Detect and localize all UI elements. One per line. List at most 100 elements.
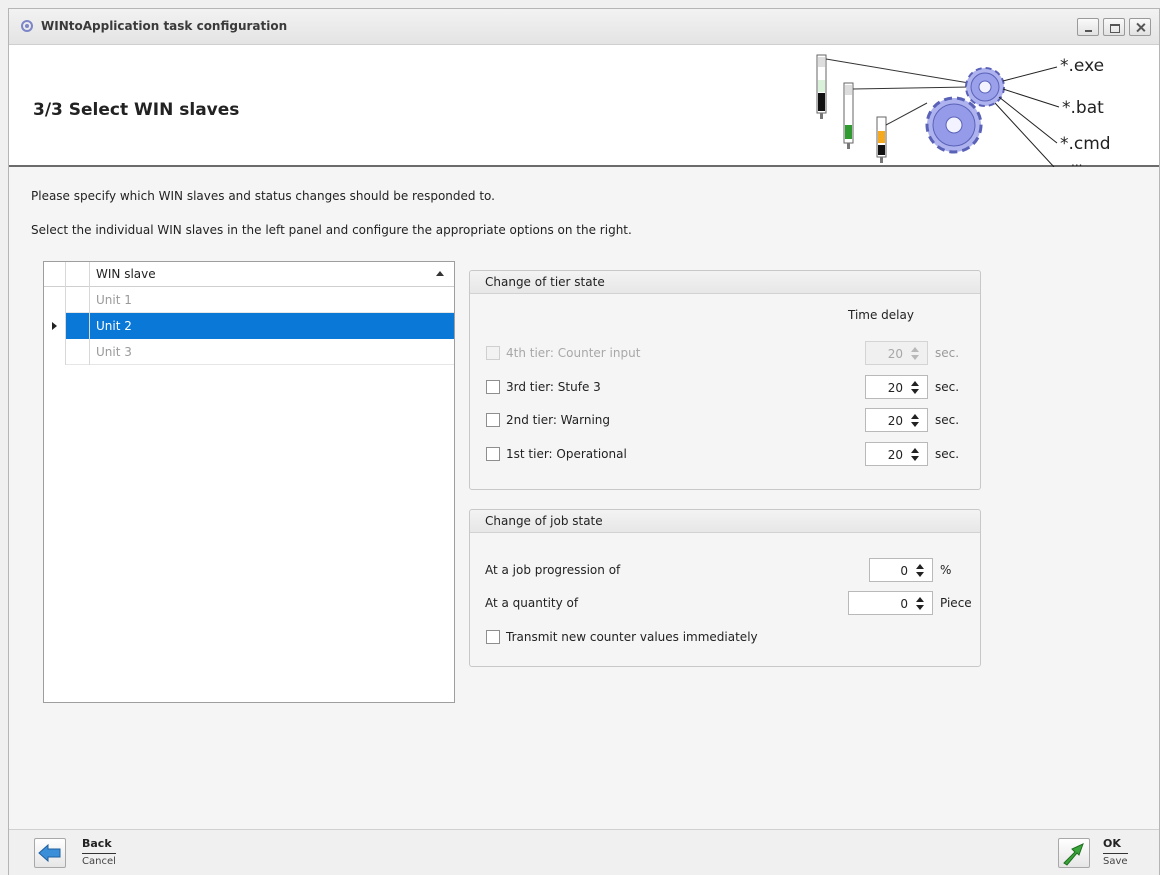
- ok-button[interactable]: [1058, 838, 1090, 868]
- spin-down-icon[interactable]: [911, 389, 919, 394]
- window-controls: [1077, 18, 1151, 36]
- spin-down-icon[interactable]: [916, 572, 924, 577]
- tier1-delay-spinner[interactable]: 20: [865, 442, 928, 466]
- tier2-checkbox[interactable]: [486, 413, 500, 427]
- signal-tower-icon: [843, 82, 854, 149]
- row-indicator-cell: [44, 339, 66, 365]
- gear-app-icon: [21, 20, 33, 32]
- wizard-body: Please specify which WIN slaves and stat…: [9, 169, 1159, 829]
- spinner-value: 0: [900, 564, 908, 578]
- group-title: Change of job state: [470, 510, 980, 533]
- header-indicator-cell: [44, 262, 66, 287]
- close-button[interactable]: [1129, 18, 1151, 36]
- transmit-checkbox[interactable]: [486, 630, 500, 644]
- spin-up-icon[interactable]: [911, 414, 919, 419]
- window-title: WINtoApplication task configuration: [41, 19, 288, 33]
- tier1-label: 1st tier: Operational: [506, 447, 627, 461]
- tier3-delay-spinner[interactable]: 20: [865, 375, 928, 399]
- header-check-cell: [66, 262, 90, 287]
- back-text[interactable]: Back Cancel: [82, 837, 116, 867]
- ok-text[interactable]: OK Save: [1103, 837, 1128, 867]
- sort-ascending-icon[interactable]: [436, 271, 444, 276]
- instruction-text: Select the individual WIN slaves in the …: [31, 223, 632, 237]
- row-label: Unit 3: [96, 345, 132, 359]
- row-indicator-cell: [44, 313, 66, 339]
- job-state-group: Change of job state At a job progression…: [469, 509, 981, 667]
- more-label: ...: [1071, 155, 1082, 167]
- exe-label: *.exe: [1060, 56, 1104, 76]
- win-slave-grid[interactable]: WIN slave Unit 1 Unit 2 Unit 3: [43, 261, 455, 703]
- gear-icon: [925, 96, 983, 154]
- column-header-win-slave[interactable]: WIN slave: [96, 267, 156, 281]
- piece-unit-label: Piece: [940, 596, 972, 610]
- wizard-footer: Back Cancel OK Save: [9, 829, 1159, 875]
- spinner-value: 0: [900, 597, 908, 611]
- ok-arrow-icon: [1063, 843, 1084, 866]
- unit-label: sec.: [935, 413, 960, 427]
- transmit-label: Transmit new counter values immediately: [506, 630, 758, 644]
- unit-label: sec.: [935, 447, 960, 461]
- cancel-label: Cancel: [82, 853, 116, 867]
- row-check-cell: [66, 313, 90, 339]
- minimize-button[interactable]: [1077, 18, 1099, 36]
- maximize-button[interactable]: [1103, 18, 1125, 36]
- back-arrow-icon: [38, 843, 61, 863]
- tier3-checkbox[interactable]: [486, 380, 500, 394]
- percent-unit-label: %: [940, 563, 952, 577]
- spin-up-icon[interactable]: [916, 564, 924, 569]
- group-title: Change of tier state: [470, 271, 980, 294]
- bat-label: *.bat: [1062, 98, 1104, 118]
- job-progression-spinner[interactable]: 0: [869, 558, 933, 582]
- unit-label: sec.: [935, 346, 960, 360]
- cmd-label: *.cmd: [1060, 134, 1111, 154]
- current-row-arrow-icon: [52, 322, 57, 330]
- banner-illustration: *.exe *.bat *.cmd ...: [816, 54, 1111, 167]
- tier2-label: 2nd tier: Warning: [506, 413, 611, 427]
- spinner-value: 20: [887, 347, 903, 361]
- back-label: Back: [82, 837, 112, 850]
- spinner-value: 20: [887, 381, 903, 395]
- row-indicator-cell: [44, 287, 66, 313]
- back-button[interactable]: [34, 838, 66, 868]
- quantity-label: At a quantity of: [485, 596, 579, 610]
- configuration-window: WINtoApplication task configuration 3/3 …: [8, 8, 1160, 875]
- tier4-checkbox[interactable]: [486, 346, 500, 360]
- quantity-spinner[interactable]: 0: [848, 591, 933, 615]
- table-row[interactable]: Unit 1: [44, 287, 454, 313]
- spin-up-icon[interactable]: [911, 347, 919, 352]
- row-check-cell: [66, 339, 90, 365]
- spin-down-icon[interactable]: [911, 456, 919, 461]
- spin-up-icon[interactable]: [911, 381, 919, 386]
- save-label: Save: [1103, 853, 1128, 867]
- table-row-selected[interactable]: Unit 2: [44, 313, 454, 339]
- grid-header: WIN slave: [44, 262, 454, 287]
- tier3-label: 3rd tier: Stufe 3: [506, 380, 601, 394]
- tier-state-group: Change of tier state Time delay 4th tier…: [469, 270, 981, 490]
- spin-up-icon[interactable]: [916, 597, 924, 602]
- tier4-label: 4th tier: Counter input: [506, 346, 641, 360]
- spinner-value: 20: [887, 448, 903, 462]
- tier1-checkbox[interactable]: [486, 447, 500, 461]
- instruction-text: Please specify which WIN slaves and stat…: [31, 189, 495, 203]
- spinner-value: 20: [887, 414, 903, 428]
- signal-tower-icon: [876, 116, 887, 163]
- tier4-delay-spinner[interactable]: 20: [865, 341, 928, 365]
- unit-label: sec.: [935, 380, 960, 394]
- table-row[interactable]: Unit 3: [44, 339, 454, 365]
- row-label: Unit 2: [96, 319, 132, 333]
- title-bar: WINtoApplication task configuration: [9, 9, 1159, 45]
- page-title: 3/3 Select WIN slaves: [33, 100, 240, 120]
- tier2-delay-spinner[interactable]: 20: [865, 408, 928, 432]
- gear-icon: [965, 67, 1005, 107]
- row-cell: [90, 313, 454, 339]
- job-progression-label: At a job progression of: [485, 563, 621, 577]
- wizard-header: 3/3 Select WIN slaves *.exe *.bat *.cmd …: [9, 45, 1159, 167]
- signal-tower-icon: [816, 54, 827, 119]
- row-check-cell: [66, 287, 90, 313]
- spin-up-icon[interactable]: [911, 448, 919, 453]
- row-label: Unit 1: [96, 293, 132, 307]
- spin-down-icon[interactable]: [911, 422, 919, 427]
- spin-down-icon[interactable]: [911, 355, 919, 360]
- spin-down-icon[interactable]: [916, 605, 924, 610]
- ok-label: OK: [1103, 837, 1121, 850]
